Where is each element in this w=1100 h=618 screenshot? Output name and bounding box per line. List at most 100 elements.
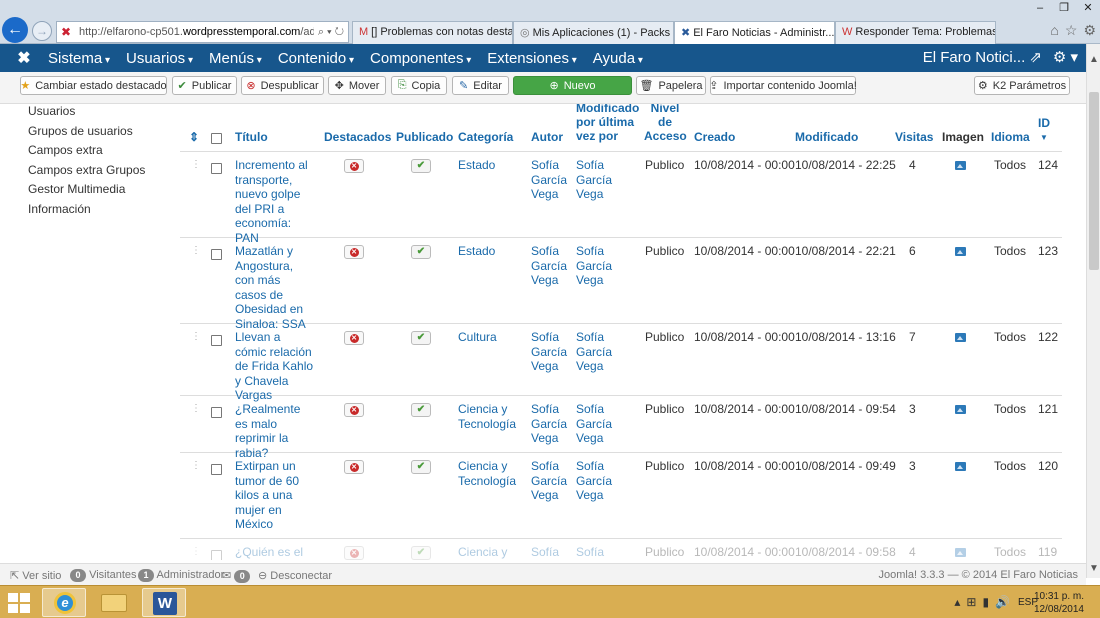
header-title[interactable]: Título — [235, 130, 268, 144]
row-checkbox[interactable] — [211, 464, 222, 475]
system-clock[interactable]: 10:31 p. m. 12/08/2014 — [1034, 590, 1084, 616]
author-link[interactable]: Sofía García Vega — [531, 158, 571, 202]
back-button[interactable]: ← — [2, 17, 28, 43]
show-hidden-icons-icon[interactable]: ▴ — [954, 595, 960, 609]
taskbar-internet-explorer[interactable]: e — [42, 588, 86, 617]
url-text[interactable]: http://elfarono-cp501.wordpresstemporal.… — [79, 26, 314, 38]
scroll-up-icon[interactable]: ▲ — [1089, 54, 1099, 65]
settings-gear-icon[interactable]: ⚙ ▾ — [1053, 48, 1078, 66]
row-checkbox[interactable] — [211, 550, 222, 560]
published-toggle-icon[interactable]: ✔ — [411, 403, 431, 417]
address-bar[interactable]: ✖ http://elfarono-cp501.wordpresstempora… — [56, 21, 349, 43]
messages-status[interactable]: ✉ 0 — [222, 569, 251, 583]
drag-handle-icon[interactable]: ⋮ — [191, 246, 201, 256]
action-center-icon[interactable]: ⊞ — [966, 595, 976, 609]
modified-by-link[interactable]: Sofía — [576, 545, 616, 560]
header-access[interactable]: Nivel de Acceso — [644, 104, 687, 143]
joomla-logo-icon[interactable]: ✖ — [8, 48, 40, 68]
move-button[interactable]: ✥ Mover — [328, 76, 386, 95]
sidebar-item-campos-extra-grupos[interactable]: Campos extra Grupos — [28, 163, 178, 183]
drag-handle-icon[interactable]: ⋮ — [191, 461, 201, 471]
image-icon[interactable] — [955, 333, 966, 342]
published-toggle-icon[interactable]: ✔ — [411, 331, 431, 345]
item-title-link[interactable]: Extirpan un tumor de 60 kilos a una muje… — [235, 459, 303, 532]
k2-parameters-button[interactable]: ⚙ K2 Parámetros — [974, 76, 1070, 95]
unfeatured-toggle-icon[interactable]: ✕ — [344, 546, 364, 560]
modified-by-link[interactable]: Sofía García Vega — [576, 158, 616, 202]
unfeatured-toggle-icon[interactable]: ✕ — [344, 460, 364, 474]
author-link[interactable]: Sofía García Vega — [531, 402, 571, 446]
favorites-icon[interactable]: ☆ — [1065, 22, 1078, 39]
scroll-down-icon[interactable]: ▼ — [1089, 563, 1099, 574]
item-title-link[interactable]: ¿Realmente es malo reprimir la rabia? — [235, 402, 315, 460]
image-icon[interactable] — [955, 161, 966, 170]
browser-tab[interactable]: WResponder Tema: Problemas c... — [835, 21, 996, 44]
import-joomla-button[interactable]: ⇪ Importar contenido Joomla! — [709, 76, 857, 95]
minimize-button[interactable]: – — [1028, 0, 1052, 16]
unfeatured-toggle-icon[interactable]: ✕ — [344, 331, 364, 345]
copy-button[interactable]: ⎘ Copia — [391, 76, 447, 95]
header-modified-by[interactable]: Modificado por última vez por — [576, 104, 639, 143]
header-modified[interactable]: Modificado — [795, 130, 858, 144]
edit-button[interactable]: ✎ Editar — [452, 76, 509, 95]
author-link[interactable]: Sofía — [531, 545, 571, 560]
image-icon[interactable] — [955, 247, 966, 256]
row-checkbox[interactable] — [211, 335, 222, 346]
row-checkbox[interactable] — [211, 249, 222, 260]
image-icon[interactable] — [955, 462, 966, 471]
header-featured[interactable]: Destacados — [324, 130, 391, 144]
unfeatured-toggle-icon[interactable]: ✕ — [344, 245, 364, 259]
browser-tab[interactable]: ◎Mis Aplicaciones (1) - Packs W... — [513, 21, 674, 44]
sidebar-item-campos-extra[interactable]: Campos extra — [28, 143, 178, 163]
drag-handle-icon[interactable]: ⋮ — [191, 332, 201, 342]
browser-tab[interactable]: M[] Problemas con notas destac... — [352, 21, 513, 44]
maximize-button[interactable]: ❐ — [1052, 0, 1076, 16]
header-id[interactable]: ID — [1038, 116, 1050, 130]
category-link[interactable]: Ciencia y Tecnología — [458, 402, 524, 431]
modified-by-link[interactable]: Sofía García Vega — [576, 244, 616, 288]
menu-extensiones[interactable]: Extensiones — [479, 50, 585, 67]
header-category[interactable]: Categoría — [458, 130, 513, 144]
menu-ayuda[interactable]: Ayuda — [585, 50, 651, 67]
menu-contenido[interactable]: Contenido — [270, 50, 362, 67]
new-button[interactable]: ⊕ Nuevo — [513, 76, 632, 95]
category-link[interactable]: Ciencia y Tecnología — [458, 459, 524, 488]
sidebar-item-informacion[interactable]: Información — [28, 202, 178, 222]
item-title-link[interactable]: Mazatlán y Angostura, con más casos de O… — [235, 244, 315, 331]
sidebar-item-gestor-multimedia[interactable]: Gestor Multimedia — [28, 182, 178, 202]
category-link[interactable]: Estado — [458, 244, 524, 259]
volume-icon[interactable]: 🔊 — [995, 595, 1010, 609]
row-checkbox[interactable] — [211, 163, 222, 174]
menu-componentes[interactable]: Componentes — [362, 50, 479, 67]
header-language[interactable]: Idioma — [991, 130, 1030, 144]
sidebar-item-grupos-usuarios[interactable]: Grupos de usuarios — [28, 124, 178, 144]
home-icon[interactable]: ⌂ — [1050, 22, 1058, 39]
address-tools-icon[interactable]: ⌕ ▾ ↻ — [314, 26, 348, 39]
item-title-link[interactable]: ¿Quién es el — [235, 545, 315, 560]
menu-menus[interactable]: Menús — [201, 50, 270, 67]
modified-by-link[interactable]: Sofía García Vega — [576, 459, 616, 503]
header-author[interactable]: Autor — [531, 130, 563, 144]
menu-sistema[interactable]: Sistema — [40, 50, 118, 67]
network-icon[interactable]: ▮ — [982, 595, 989, 609]
author-link[interactable]: Sofía García Vega — [531, 330, 571, 374]
drag-handle-icon[interactable]: ⋮ — [191, 404, 201, 414]
drag-handle-icon[interactable]: ⋮ — [191, 547, 201, 557]
menu-usuarios[interactable]: Usuarios — [118, 50, 201, 67]
forward-button[interactable]: → — [32, 21, 52, 41]
start-button-icon[interactable] — [8, 593, 30, 613]
close-window-button[interactable]: ✕ — [1076, 0, 1100, 16]
unfeatured-toggle-icon[interactable]: ✕ — [344, 159, 364, 173]
browser-tab-active[interactable]: ✖El Faro Noticias - Administr...✕ — [674, 21, 835, 44]
category-link[interactable]: Cultura — [458, 330, 524, 345]
category-link[interactable]: Estado — [458, 158, 524, 173]
published-toggle-icon[interactable]: ✔ — [411, 546, 431, 560]
logout-link[interactable]: ⊖ Desconectar — [258, 569, 332, 582]
item-title-link[interactable]: Incremento al transporte, nuevo golpe de… — [235, 158, 315, 245]
publish-button[interactable]: ✔ Publicar — [172, 76, 237, 95]
unpublish-button[interactable]: ⊗ Despublicar — [241, 76, 324, 95]
sort-desc-icon[interactable]: ▼ — [1040, 131, 1048, 145]
trash-button[interactable]: 🗑 Papelera — [636, 76, 706, 95]
modified-by-link[interactable]: Sofía García Vega — [576, 402, 616, 446]
site-name-link[interactable]: El Faro Notici... ⇗ — [923, 48, 1042, 66]
